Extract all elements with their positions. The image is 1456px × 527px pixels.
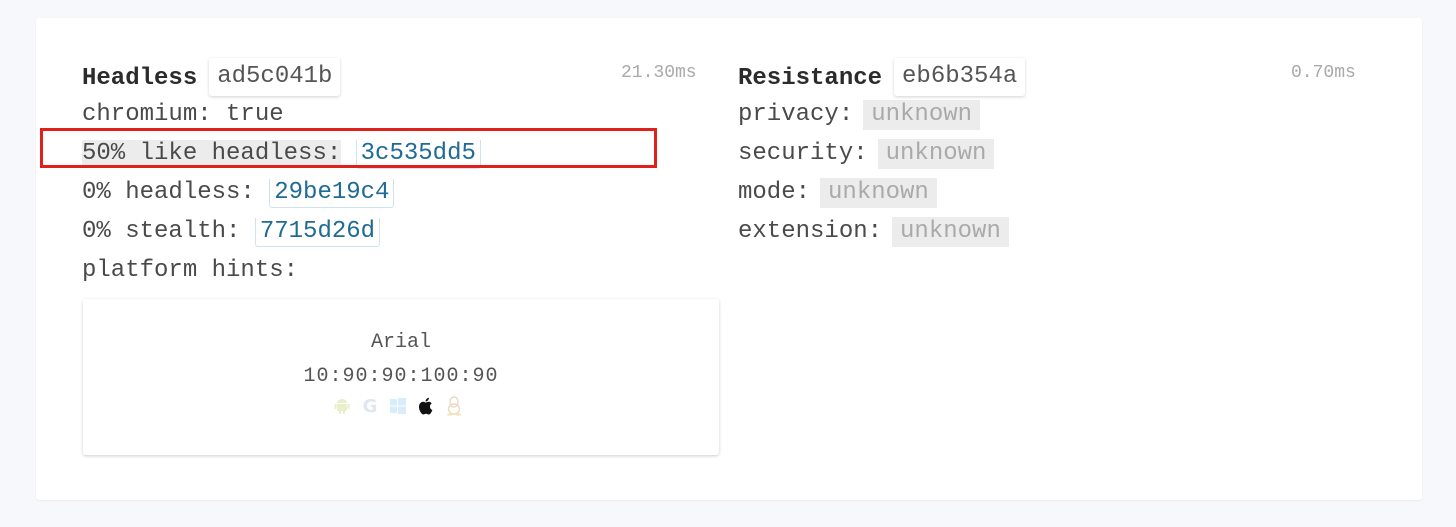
- chromium-value: true: [226, 101, 284, 128]
- resistance-hash-chip[interactable]: eb6b354a: [894, 58, 1026, 96]
- stealth-row: 0% stealth: 7715d26d: [82, 216, 381, 248]
- linux-icon: [443, 395, 465, 417]
- headless-hash-chip[interactable]: ad5c041b: [209, 58, 341, 96]
- headless-label: 0% headless:: [82, 179, 255, 206]
- highlight-annotation-box: [40, 128, 657, 168]
- stealth-hash-link[interactable]: 7715d26d: [254, 218, 381, 247]
- apple-icon: [415, 395, 437, 417]
- font-name: Arial: [370, 331, 431, 354]
- extension-value: unknown: [892, 217, 1009, 247]
- resistance-header: Resistance eb6b354a: [738, 58, 1026, 96]
- mode-value: unknown: [820, 178, 937, 208]
- stealth-label: 0% stealth:: [82, 218, 241, 245]
- chromium-row: chromium: true: [82, 99, 284, 131]
- extension-label: extension:: [738, 218, 883, 245]
- headless-row: 0% headless: 29be19c4: [82, 177, 395, 209]
- privacy-row: privacy: unknown: [738, 99, 981, 131]
- platform-hints-row: platform hints:: [82, 255, 298, 287]
- chromium-label: chromium:: [82, 101, 212, 128]
- android-icon: [331, 395, 353, 417]
- privacy-label: privacy:: [738, 101, 854, 128]
- platform-icons: G: [331, 395, 465, 417]
- security-label: security:: [738, 140, 868, 167]
- platform-hints-label: platform hints:: [82, 257, 299, 284]
- headless-title: Headless: [82, 65, 198, 92]
- headless-time: 21.30ms: [621, 63, 697, 83]
- font-metrics: 10:90:90:100:90: [303, 365, 499, 388]
- security-value: unknown: [877, 139, 995, 169]
- resistance-time: 0.70ms: [1291, 63, 1356, 83]
- resistance-title: Resistance: [738, 65, 883, 92]
- headless-hash-link[interactable]: 29be19c4: [269, 179, 395, 208]
- google-icon: G: [362, 395, 378, 417]
- security-row: security: unknown: [738, 138, 995, 170]
- extension-row: extension: unknown: [738, 216, 1009, 248]
- font-hint-card: Arial 10:90:90:100:90 G: [83, 299, 719, 455]
- mode-row: mode: unknown: [738, 177, 937, 209]
- privacy-value: unknown: [863, 100, 981, 130]
- mode-label: mode:: [738, 179, 811, 206]
- headless-header: Headless ad5c041b: [82, 58, 341, 96]
- windows-icon: [387, 395, 409, 417]
